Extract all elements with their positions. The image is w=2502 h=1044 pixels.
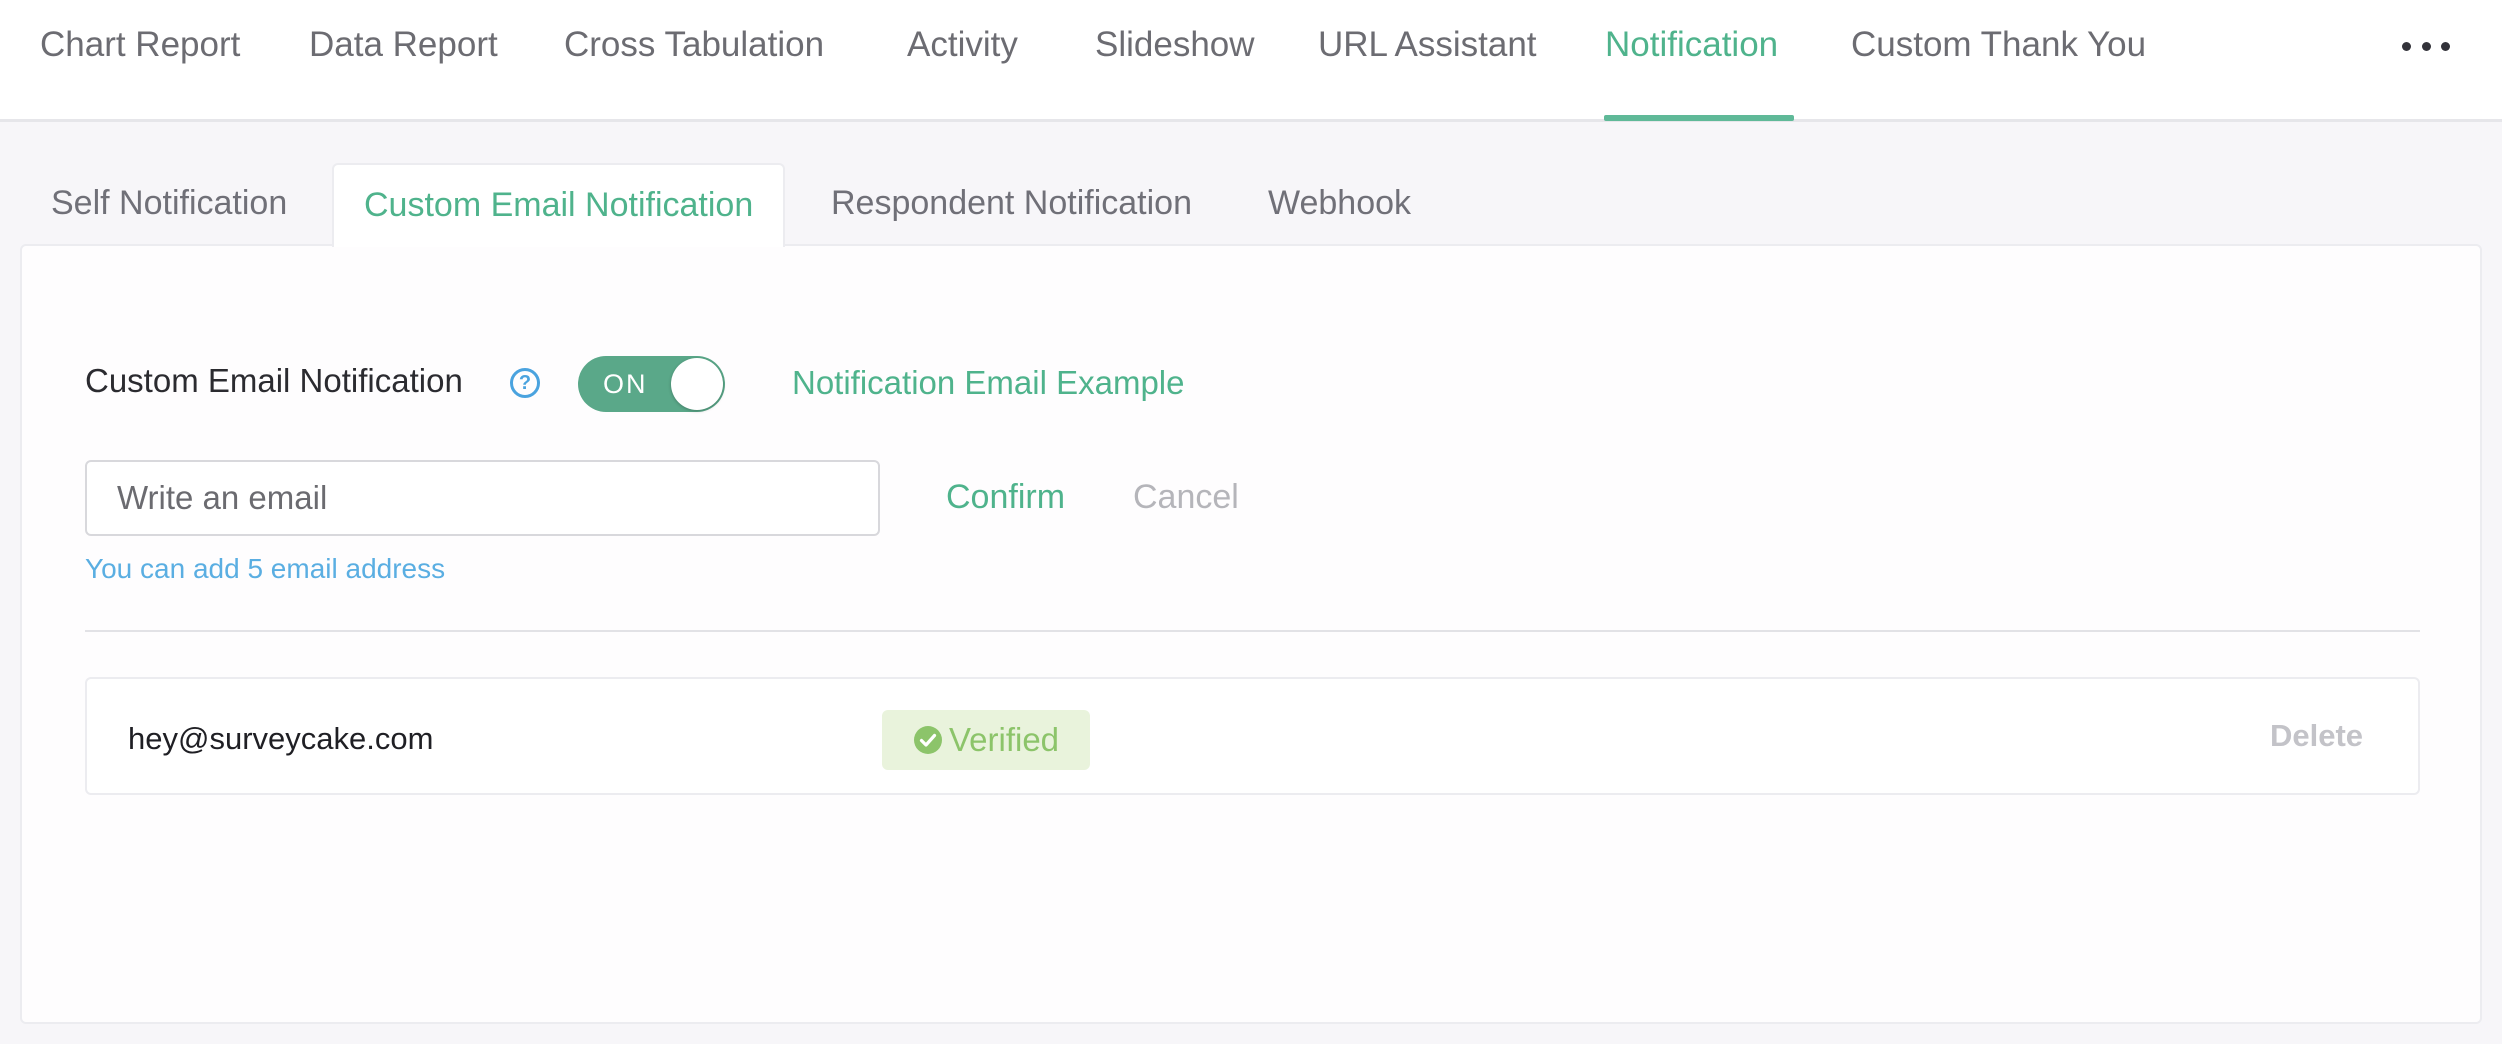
nav-custom-thank-you[interactable]: Custom Thank You — [1851, 0, 2146, 122]
help-icon[interactable]: ? — [510, 368, 540, 398]
top-navigation: Chart Report Data Report Cross Tabulatio… — [0, 0, 2502, 122]
nav-cross-tabulation[interactable]: Cross Tabulation — [564, 0, 824, 122]
settings-panel — [20, 244, 2482, 1024]
nav-data-report[interactable]: Data Report — [309, 0, 498, 122]
email-limit-hint: You can add 5 email address — [85, 553, 446, 584]
nav-notification[interactable]: Notification — [1605, 0, 1778, 122]
nav-activity[interactable]: Activity — [907, 0, 1018, 122]
subtab-custom-email-notification[interactable]: Custom Email Notification — [332, 163, 786, 247]
divider — [85, 630, 2420, 632]
notification-email-example-link[interactable]: Notification Email Example — [792, 364, 1185, 402]
subtab-webhook[interactable]: Webhook — [1268, 163, 1411, 245]
confirm-button[interactable]: Confirm — [946, 478, 1065, 517]
nav-chart-report[interactable]: Chart Report — [40, 0, 240, 122]
verified-label: Verified — [948, 721, 1060, 758]
nav-url-assistant[interactable]: URL Assistant — [1318, 0, 1537, 122]
custom-email-notification-label: Custom Email Notification — [85, 362, 463, 399]
check-circle-icon — [913, 726, 942, 754]
toggle-knob — [671, 358, 723, 410]
active-tab-underline — [1604, 115, 1794, 121]
notification-toggle[interactable]: ON — [578, 356, 725, 412]
subtab-respondent-notification[interactable]: Respondent Notification — [831, 163, 1192, 245]
email-address: hey@surveycake.com — [128, 721, 434, 756]
delete-button[interactable]: Delete — [2270, 718, 2363, 754]
nav-slideshow[interactable]: Slideshow — [1095, 0, 1255, 122]
toggle-state-label: ON — [603, 369, 648, 399]
email-list-item — [85, 677, 2420, 795]
subtab-self-notification[interactable]: Self Notification — [51, 163, 287, 245]
more-horizontal-icon[interactable] — [2402, 28, 2450, 64]
email-input[interactable] — [85, 460, 880, 536]
verified-badge: Verified — [882, 710, 1090, 770]
cancel-button[interactable]: Cancel — [1133, 478, 1239, 517]
